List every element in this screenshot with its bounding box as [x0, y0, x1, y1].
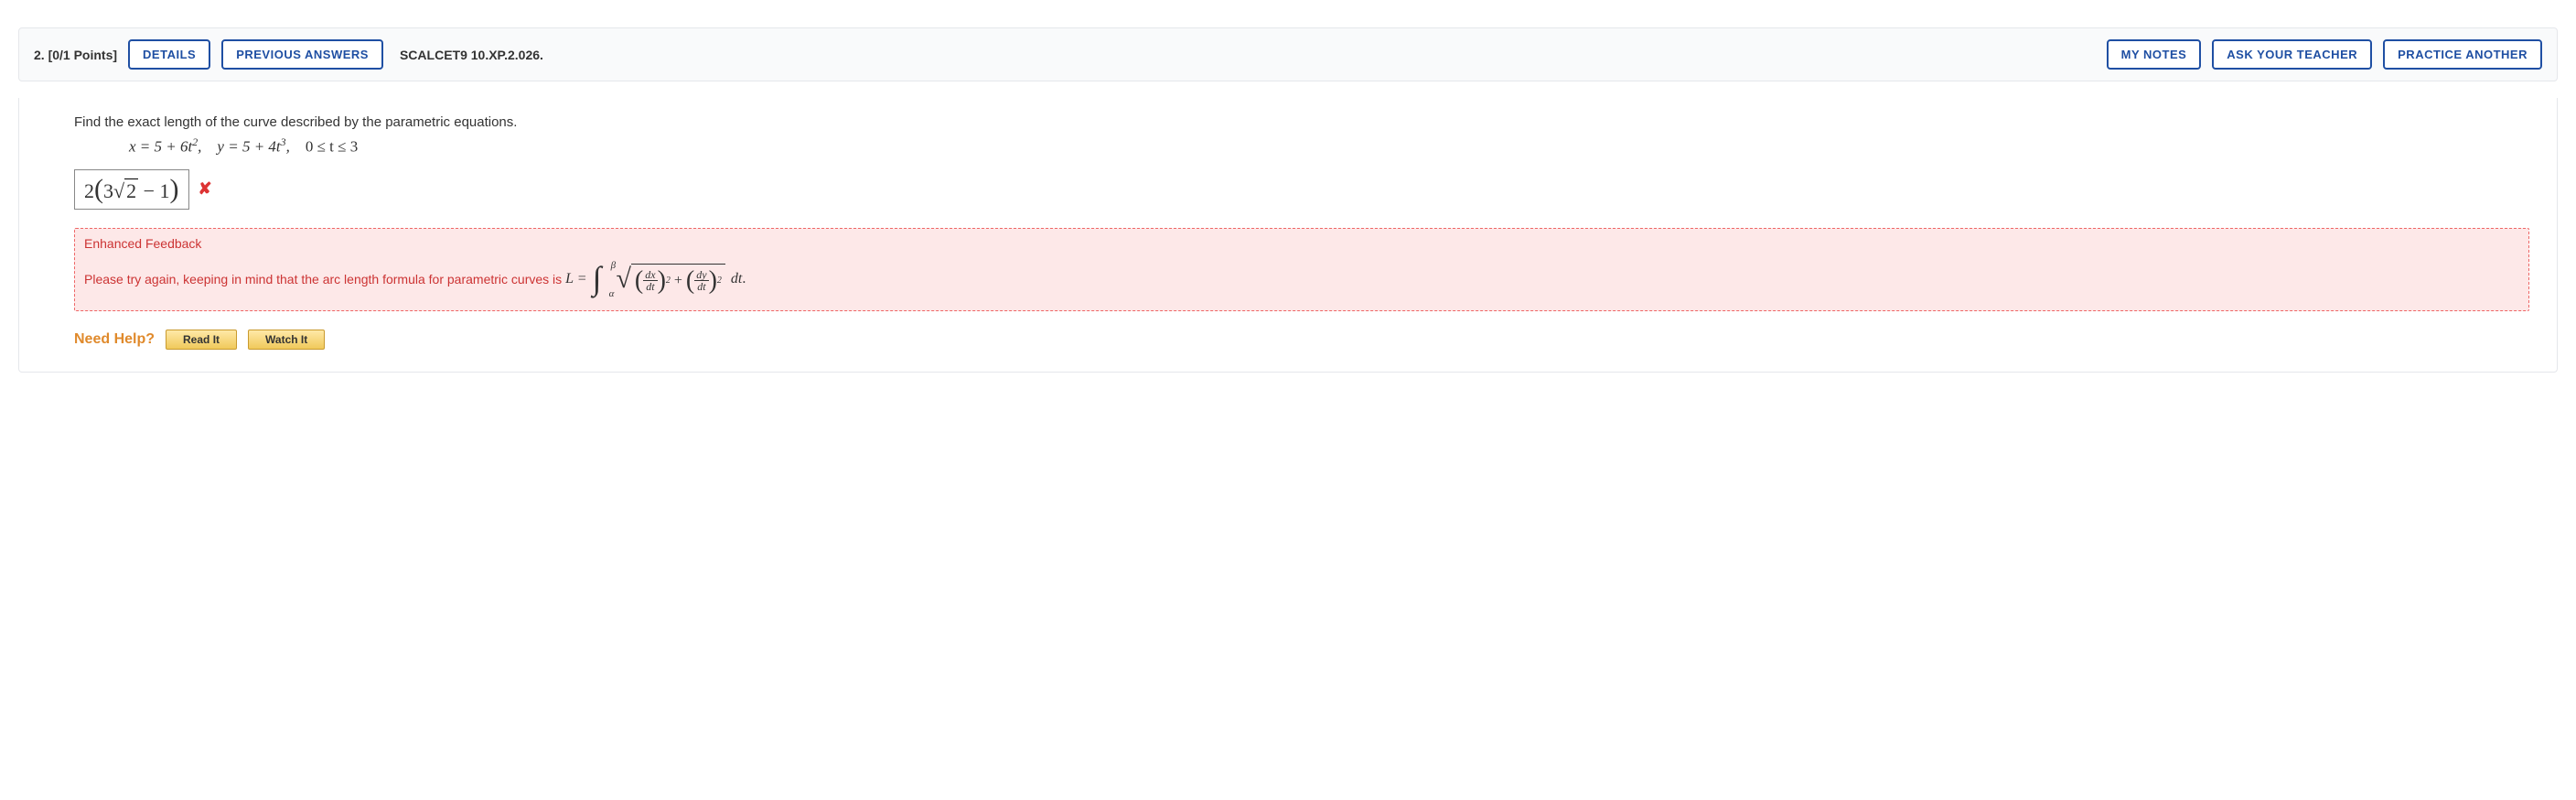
question-header: 2. [0/1 Points] DETAILS PREVIOUS ANSWERS… — [18, 27, 2558, 81]
arc-length-formula: L = ∫ β α √ ( dx dt )2 + ( — [565, 264, 746, 296]
my-notes-button[interactable]: MY NOTES — [2107, 39, 2202, 70]
question-prompt: Find the exact length of the curve descr… — [74, 114, 2529, 130]
need-help-label: Need Help? — [74, 331, 155, 348]
help-row: Need Help? Read It Watch It — [74, 330, 2529, 350]
practice-another-button[interactable]: PRACTICE ANOTHER — [2383, 39, 2542, 70]
answer-row: 2(3√2 − 1) ✘ — [74, 169, 2529, 210]
ask-teacher-button[interactable]: ASK YOUR TEACHER — [2212, 39, 2372, 70]
parametric-equations: x = 5 + 6t2, y = 5 + 4t3, 0 ≤ t ≤ 3 — [129, 135, 2529, 157]
question-source: SCALCET9 10.XP.2.026. — [400, 48, 543, 62]
feedback-title: Enhanced Feedback — [84, 236, 2519, 251]
incorrect-icon: ✘ — [199, 179, 212, 199]
details-button[interactable]: DETAILS — [128, 39, 210, 70]
feedback-box: Enhanced Feedback Please try again, keep… — [74, 228, 2529, 311]
read-it-button[interactable]: Read It — [166, 330, 237, 350]
question-body: Find the exact length of the curve descr… — [18, 98, 2558, 373]
submitted-answer-box[interactable]: 2(3√2 − 1) — [74, 169, 189, 210]
previous-answers-button[interactable]: PREVIOUS ANSWERS — [221, 39, 383, 70]
question-number: 2. [0/1 Points] — [34, 48, 117, 62]
feedback-text: Please try again, keeping in mind that t… — [84, 264, 2519, 296]
watch-it-button[interactable]: Watch It — [248, 330, 325, 350]
